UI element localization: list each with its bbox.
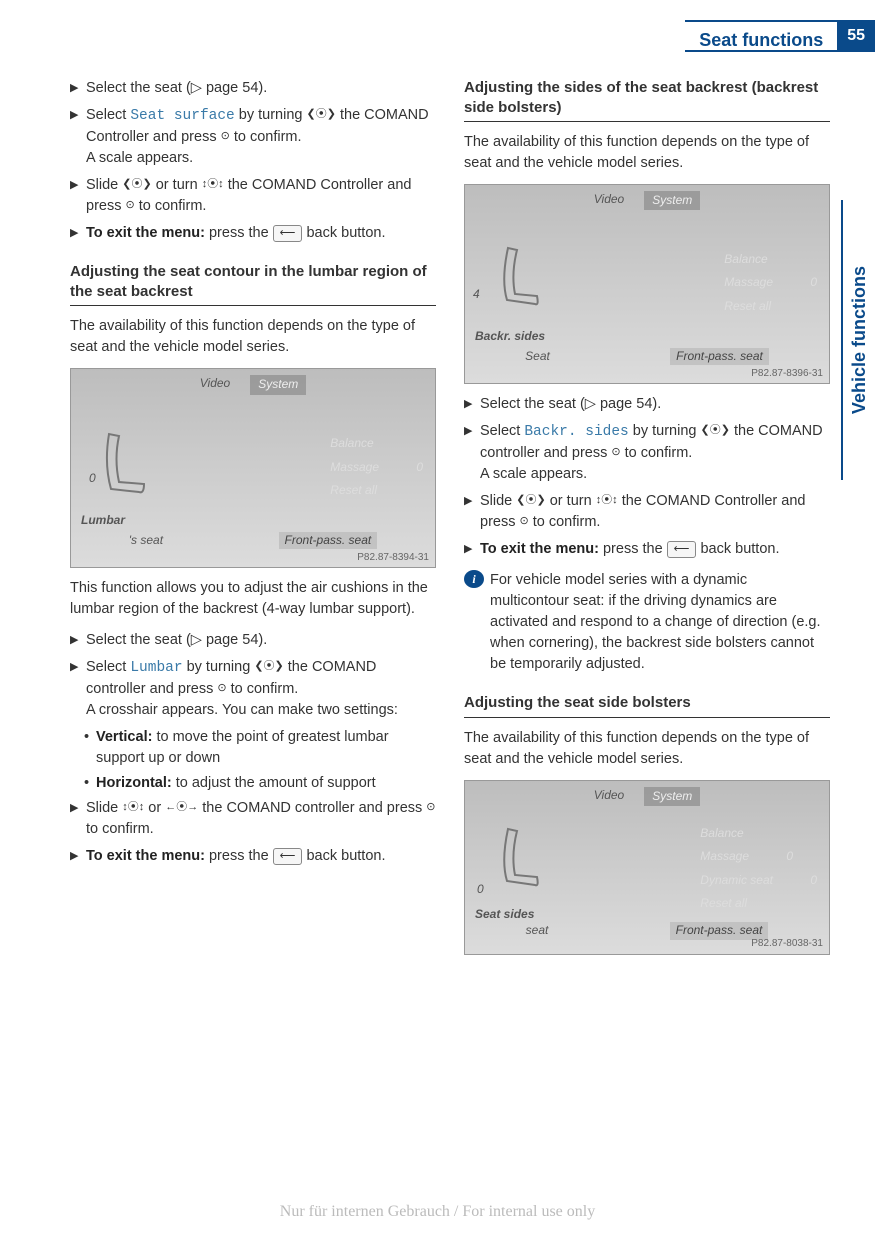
- press-icon: ⊙: [426, 800, 435, 816]
- left-column: ▶ Select the seat (▷ page 54). ▶ Select …: [70, 78, 436, 965]
- side-tab-label: Vehicle functions: [846, 266, 872, 414]
- step-marker-icon: ▶: [70, 846, 86, 867]
- step-marker-icon: ▶: [70, 798, 86, 840]
- rotary-icon: ↕⦿↕: [596, 493, 618, 509]
- back-button-icon: ⟵: [273, 225, 303, 242]
- rotary-icon: ❮⦿❯: [701, 423, 730, 439]
- step: ▶ Select the seat (▷ page 54).: [464, 394, 830, 415]
- bullet: • Horizontal: to adjust the amount of su…: [84, 773, 436, 794]
- image-ref: P82.87-8038-31: [751, 937, 823, 952]
- bullet-icon: •: [84, 773, 96, 794]
- slide-v-icon: ↕⦿↕: [122, 800, 144, 816]
- step: ▶ Select Seat surface by turning ❮⦿❯ the…: [70, 105, 436, 169]
- step-marker-icon: ▶: [70, 105, 86, 169]
- menu-option: Seat surface: [130, 108, 234, 124]
- watermark: Nur für internen Gebrauch / For internal…: [0, 1200, 875, 1223]
- step-marker-icon: ▶: [464, 394, 480, 415]
- press-icon: ⊙: [221, 129, 230, 145]
- step: ▶ Select Backr. sides by turning ❮⦿❯ the…: [464, 421, 830, 485]
- info-note: i For vehicle model series with a dynami…: [464, 570, 830, 675]
- rotary-icon: ❮⦿❯: [254, 659, 283, 675]
- bullet-icon: •: [84, 727, 96, 769]
- side-tab: Vehicle functions: [841, 200, 875, 480]
- step-marker-icon: ▶: [70, 175, 86, 217]
- slide-h-icon: ←⦿→: [165, 800, 198, 816]
- seat-icon: [483, 240, 553, 320]
- page-header: Seat functions 55: [685, 20, 875, 52]
- step: ▶ Slide ❮⦿❯ or turn ↕⦿↕ the COMAND Contr…: [70, 175, 436, 217]
- section-desc: This function allows you to adjust the a…: [70, 578, 436, 620]
- section-heading: Adjusting the seat contour in the lumbar…: [70, 262, 436, 306]
- slide-icon: ❮⦿❯: [122, 177, 151, 193]
- info-icon: i: [464, 570, 484, 588]
- right-column: Adjusting the sides of the seat backrest…: [464, 78, 830, 965]
- section-intro: The availability of this function depend…: [464, 728, 830, 770]
- step: ▶ To exit the menu: press the ⟵ back but…: [70, 846, 436, 867]
- bullet: • Vertical: to move the point of greates…: [84, 727, 436, 769]
- page-ref-icon: ▷: [585, 396, 596, 412]
- step-marker-icon: ▶: [464, 539, 480, 560]
- step-marker-icon: ▶: [70, 657, 86, 721]
- section-intro: The availability of this function depend…: [70, 316, 436, 358]
- slide-icon: ❮⦿❯: [516, 493, 545, 509]
- section-heading: Adjusting the seat side bolsters: [464, 693, 830, 718]
- comand-screenshot-lumbar: Video System 0 Lumbar Balance Massage0 R…: [70, 368, 436, 568]
- press-icon: ⊙: [611, 445, 620, 461]
- step-marker-icon: ▶: [70, 78, 86, 99]
- step: ▶ To exit the menu: press the ⟵ back but…: [70, 223, 436, 244]
- back-button-icon: ⟵: [273, 848, 303, 865]
- step-marker-icon: ▶: [464, 421, 480, 485]
- image-ref: P82.87-8396-31: [751, 367, 823, 382]
- seat-icon: [483, 821, 553, 901]
- header-title: Seat functions: [685, 20, 837, 52]
- back-button-icon: ⟵: [667, 541, 697, 558]
- step: ▶ Slide ↕⦿↕ or ←⦿→ the COMAND controller…: [70, 798, 436, 840]
- page-ref-icon: ▷: [191, 80, 202, 96]
- menu-option: Lumbar: [130, 660, 182, 676]
- step: ▶ Select the seat (▷ page 54).: [70, 78, 436, 99]
- rotary-icon: ❮⦿❯: [307, 107, 336, 123]
- comand-screenshot-backr-sides: Video System 4 Backr. sides Balance Mass…: [464, 184, 830, 384]
- section-heading: Adjusting the sides of the seat backrest…: [464, 78, 830, 122]
- step: ▶ To exit the menu: press the ⟵ back but…: [464, 539, 830, 560]
- press-icon: ⊙: [126, 198, 135, 214]
- step-marker-icon: ▶: [70, 223, 86, 244]
- step: ▶ Select Lumbar by turning ❮⦿❯ the COMAN…: [70, 657, 436, 721]
- page-number: 55: [837, 20, 875, 52]
- step: ▶ Select the seat (▷ page 54).: [70, 630, 436, 651]
- seat-icon: [89, 424, 159, 504]
- page-ref-icon: ▷: [191, 632, 202, 648]
- press-icon: ⊙: [520, 514, 529, 530]
- comand-screenshot-seat-sides: Video System 0 Seat sides Balance Massag…: [464, 780, 830, 955]
- press-icon: ⊙: [217, 681, 226, 697]
- step: ▶ Slide ❮⦿❯ or turn ↕⦿↕ the COMAND Contr…: [464, 491, 830, 533]
- step-marker-icon: ▶: [70, 630, 86, 651]
- image-ref: P82.87-8394-31: [357, 551, 429, 566]
- menu-option: Backr. sides: [524, 424, 628, 440]
- step-marker-icon: ▶: [464, 491, 480, 533]
- content: ▶ Select the seat (▷ page 54). ▶ Select …: [70, 78, 830, 965]
- section-intro: The availability of this function depend…: [464, 132, 830, 174]
- rotary-icon: ↕⦿↕: [202, 177, 224, 193]
